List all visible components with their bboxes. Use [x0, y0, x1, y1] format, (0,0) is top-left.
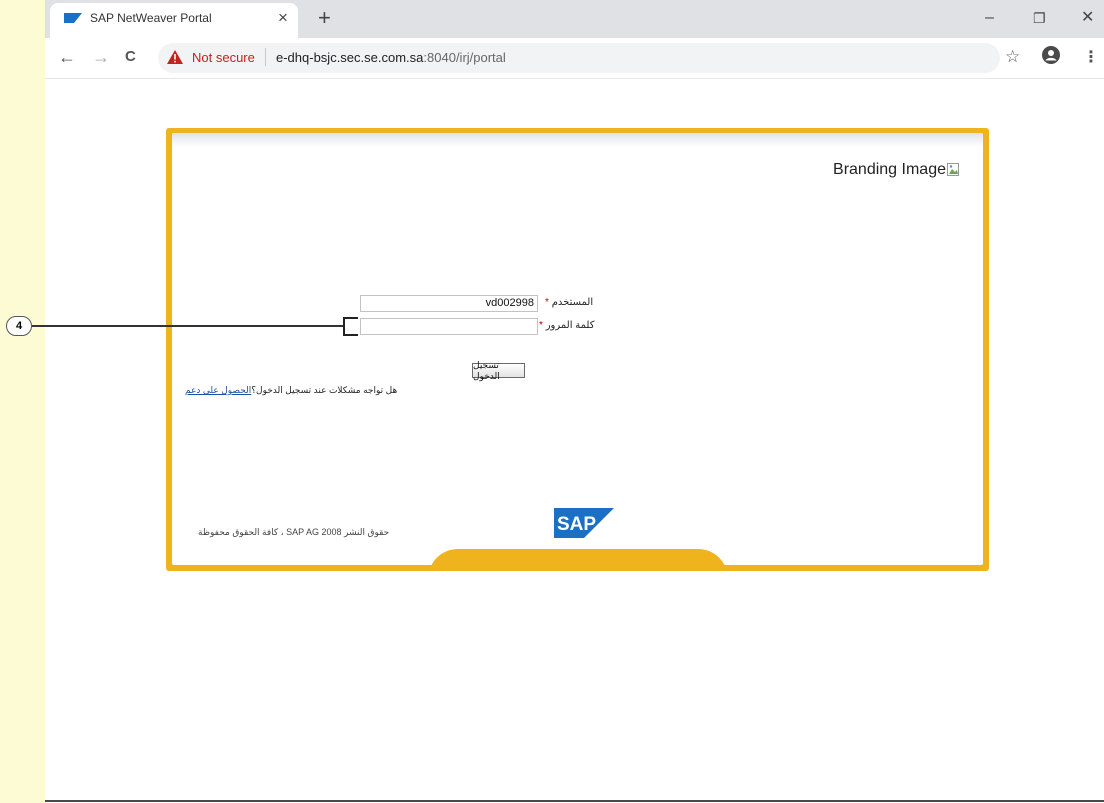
logon-help-text: هل تواجه مشكلات عند تسجيل الدخول؟	[251, 385, 398, 395]
url-separator	[265, 48, 266, 66]
username-value: vd002998	[485, 297, 534, 309]
not-secure-label[interactable]: Not secure	[192, 50, 255, 65]
get-support-link[interactable]: الحصول على دعم	[185, 385, 251, 395]
left-margin-strip	[0, 0, 45, 803]
username-input[interactable]: vd002998	[360, 295, 538, 312]
restore-icon[interactable]: ❐	[1033, 8, 1046, 28]
browser-menu-icon[interactable]: ⋮	[1083, 47, 1099, 67]
sap-favicon-icon	[64, 13, 82, 23]
branding-alt-text: Branding Image	[833, 161, 946, 178]
warning-icon	[167, 50, 183, 64]
broken-image-icon	[947, 163, 959, 176]
callout-leader-line	[32, 325, 344, 327]
new-tab-icon[interactable]: +	[318, 5, 331, 31]
bottom-border	[45, 800, 1104, 802]
branding-image: Branding Image	[833, 161, 961, 179]
sap-logo-text: SAP	[557, 514, 596, 535]
url-text[interactable]: e-dhq-bsjc.sec.se.com.sa:8040/irj/portal	[276, 50, 506, 65]
panel-top-shade	[172, 133, 983, 147]
close-window-icon[interactable]: ✕	[1081, 8, 1094, 28]
bookmark-star-icon[interactable]: ☆	[1005, 47, 1020, 67]
logon-panel: Branding Image vd002998 المستخدم * كلمة …	[172, 133, 983, 565]
tab-title: SAP NetWeaver Portal	[90, 11, 212, 25]
password-required-mark: *	[539, 320, 543, 331]
callout-number-badge: 4	[6, 316, 32, 336]
callout-bracket	[343, 317, 358, 336]
password-label-text: كلمة المرور	[545, 320, 595, 331]
panel-bottom-tab	[428, 549, 728, 565]
password-input[interactable]	[360, 318, 538, 335]
forward-icon[interactable]: →	[92, 46, 110, 68]
username-label: المستخدم *	[545, 297, 593, 308]
url-path: :8040/irj/portal	[423, 50, 506, 65]
logon-help: هل تواجه مشكلات عند تسجيل الدخول؟الحصول …	[185, 385, 397, 396]
url-host: e-dhq-bsjc.sec.se.com.sa	[276, 50, 424, 65]
minimize-icon[interactable]: –	[985, 8, 994, 28]
logon-button[interactable]: تسجيل الدخول	[472, 360, 525, 381]
username-required-mark: *	[545, 297, 549, 308]
account-icon[interactable]	[1042, 46, 1060, 64]
copyright-text: حقوق النشر SAP AG 2008 ، كافة الحقوق محف…	[198, 527, 390, 537]
reload-icon[interactable]: C	[125, 46, 136, 68]
back-icon[interactable]: ←	[58, 46, 76, 68]
sap-logo: SAP	[554, 508, 614, 538]
password-label: كلمة المرور *	[539, 320, 594, 331]
username-label-text: المستخدم	[551, 297, 594, 308]
tab-close-icon[interactable]: ×	[278, 8, 288, 28]
